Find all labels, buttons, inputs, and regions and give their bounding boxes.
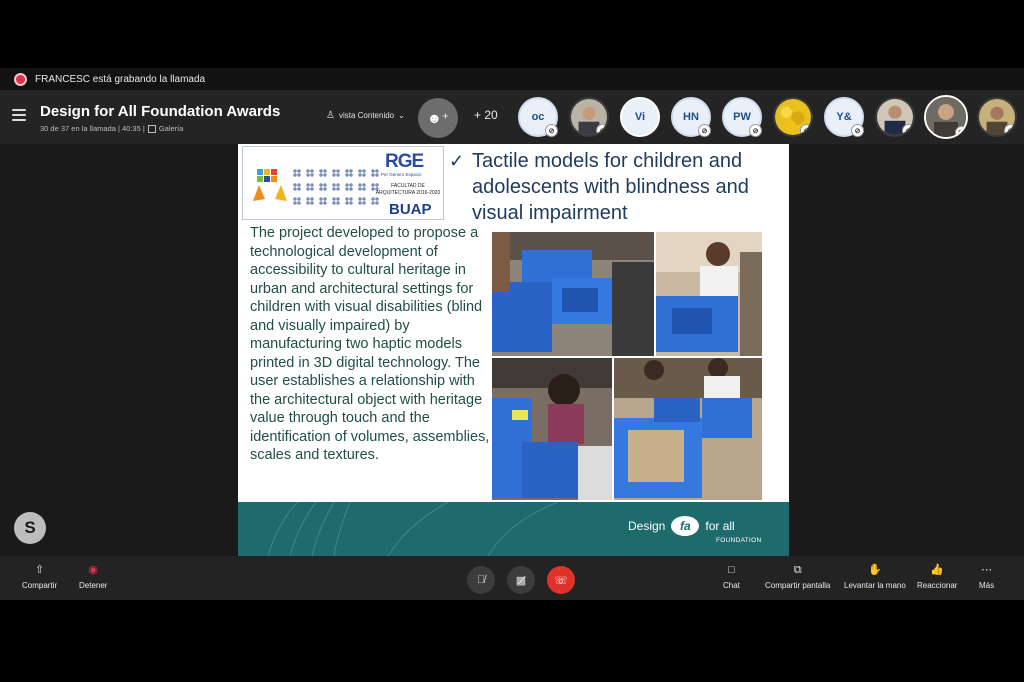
react-label: Reaccionar bbox=[917, 581, 958, 590]
share-screen-icon: ⧉ bbox=[793, 564, 802, 576]
checkmark-icon: ✓ bbox=[449, 151, 465, 171]
call-toolbar: ⇧ Compartir ◉ Detener 🎙̸ ▩̸ ☏ □ Chat ⧉ C… bbox=[0, 556, 1024, 600]
brand-mark: fa bbox=[671, 516, 700, 536]
share-button[interactable]: ⇧ Compartir bbox=[22, 562, 57, 590]
participant-avatar[interactable]: ⊘ bbox=[977, 97, 1017, 137]
toggle-camera-button[interactable]: ▩̸ bbox=[507, 566, 535, 594]
shared-content-stage: RGE Per Genero Espacio FACULTAD DE ARQUI… bbox=[0, 144, 1024, 556]
avatar-initials: oc bbox=[531, 111, 545, 123]
rge-logo-text: RGE bbox=[385, 151, 424, 172]
add-person-icon: ☻⁺ bbox=[426, 109, 450, 126]
buap-logo-text: BUAP bbox=[389, 201, 432, 218]
participant-avatar[interactable]: Y& ⊘ bbox=[824, 97, 864, 137]
raise-hand-label: Levantar la mano bbox=[844, 581, 906, 590]
mic-off-icon: ⊘ bbox=[545, 124, 558, 137]
faculty-label: FACULTAD DE ARQUITECTURA 2016-2020 bbox=[375, 183, 441, 196]
participant-avatar[interactable]: HN ⊘ bbox=[671, 97, 711, 137]
chat-label: Chat bbox=[723, 581, 740, 590]
slide-body-text: The project developed to propose a techn… bbox=[250, 225, 490, 463]
gallery-label[interactable]: Galería bbox=[159, 124, 184, 133]
add-participant-button[interactable]: ☻⁺ bbox=[418, 98, 458, 138]
end-call-button[interactable]: ☏ bbox=[547, 566, 575, 594]
participant-avatar[interactable]: PW ⊘ bbox=[722, 97, 762, 137]
share-icon: ⇧ bbox=[34, 564, 45, 576]
ellipsis-icon: ⋯ bbox=[981, 564, 993, 576]
more-options-button[interactable]: ⋯ Más bbox=[979, 562, 994, 590]
rge-buap-logo: RGE Per Genero Espacio FACULTAD DE ARQUI… bbox=[242, 146, 444, 220]
view-selector[interactable]: ♙ vista Contenido ⌄ bbox=[326, 110, 405, 121]
mic-off-icon: 🎙̸ bbox=[476, 574, 486, 586]
braille-pattern bbox=[293, 169, 383, 211]
brand-subtext: FOUNDATION bbox=[716, 537, 762, 544]
more-label: Más bbox=[979, 581, 995, 590]
share-screen-button[interactable]: ⧉ Compartir pantalla bbox=[765, 562, 830, 590]
participant-avatar[interactable]: ⊘ bbox=[569, 97, 609, 137]
participant-avatar[interactable]: Vi bbox=[620, 97, 660, 137]
react-button[interactable]: 👍 Reaccionar bbox=[917, 562, 957, 590]
mic-off-icon: ⊘ bbox=[596, 124, 607, 135]
avatar-initials: Vi bbox=[634, 111, 646, 123]
mic-off-icon: ⊘ bbox=[1004, 124, 1015, 135]
camera-off-icon: ▩̸ bbox=[515, 574, 527, 587]
mic-off-icon: ⊘ bbox=[902, 124, 913, 135]
brand-text-right: for all bbox=[705, 519, 735, 533]
share-screen-label: Compartir pantalla bbox=[765, 581, 831, 590]
presentation-slide: RGE Per Genero Espacio FACULTAD DE ARQUI… bbox=[238, 144, 789, 556]
letterbox-top bbox=[0, 0, 1024, 68]
design-for-all-logo: Design fa for all bbox=[628, 516, 735, 536]
mute-microphone-button[interactable]: 🎙̸ bbox=[467, 566, 495, 594]
photo-girl-with-model bbox=[492, 358, 612, 500]
slide-title: ✓ Tactile models for children and adoles… bbox=[449, 148, 782, 226]
stop-label: Detener bbox=[79, 581, 108, 590]
view-selector-label: vista Contenido bbox=[338, 111, 395, 120]
slide-title-text: Tactile models for children and adolesce… bbox=[472, 150, 749, 224]
screen-share-icon: ▣ bbox=[955, 126, 966, 137]
chat-icon: □ bbox=[728, 564, 735, 576]
thumbs-up-icon: 👍 bbox=[930, 564, 945, 576]
avatar-initials: HN bbox=[683, 111, 699, 123]
letterbox-bottom bbox=[0, 600, 1024, 682]
mic-off-icon: ⊘ bbox=[800, 124, 811, 135]
stop-record-icon: ◉ bbox=[88, 564, 99, 576]
mic-off-icon: ⊘ bbox=[698, 124, 711, 137]
recording-text: FRANCESC está grabando la llamada bbox=[35, 73, 206, 85]
brand-text-left: Design bbox=[628, 519, 666, 533]
person-icon: ♙ bbox=[326, 110, 335, 121]
mic-off-icon: ⊘ bbox=[749, 124, 762, 137]
raise-hand-button[interactable]: ✋ Levantar la mano bbox=[844, 562, 906, 590]
participant-avatar[interactable]: oc ⊘ bbox=[518, 97, 558, 137]
avatar-initials: Y& bbox=[836, 111, 852, 123]
menu-icon[interactable] bbox=[12, 109, 26, 121]
mic-off-icon: ⊘ bbox=[851, 124, 864, 137]
hand-icon: ✋ bbox=[868, 564, 882, 576]
gallery-icon[interactable] bbox=[147, 124, 156, 133]
participant-avatar[interactable]: ⊘ bbox=[773, 97, 813, 137]
hands-logo-icon bbox=[253, 169, 287, 201]
photo-blue-models bbox=[492, 232, 654, 356]
call-info: 30 de 37 en la llamada | 40:35 | Galería bbox=[40, 124, 183, 133]
photo-child-touching-model bbox=[656, 232, 762, 356]
photo-children-model-table bbox=[614, 358, 762, 500]
chat-button[interactable]: □ Chat bbox=[723, 562, 740, 590]
share-label: Compartir bbox=[22, 581, 58, 590]
stop-recording-button[interactable]: ◉ Detener bbox=[79, 562, 107, 590]
recording-banner: FRANCESC está grabando la llamada bbox=[0, 68, 1024, 90]
skype-call-window: FRANCESC está grabando la llamada Design… bbox=[0, 68, 1024, 600]
more-participants-count[interactable]: + 20 bbox=[474, 108, 498, 122]
participant-avatar[interactable]: ▣ bbox=[924, 95, 968, 139]
participant-avatar[interactable]: ⊘ bbox=[875, 97, 915, 137]
slide-footer-band: Design fa for all FOUNDATION bbox=[238, 502, 789, 556]
call-title: Design for All Foundation Awards bbox=[40, 103, 281, 120]
chevron-down-icon: ⌄ bbox=[398, 111, 405, 120]
recording-icon bbox=[14, 72, 27, 86]
call-participant-time: 30 de 37 en la llamada | 40:35 | bbox=[40, 124, 145, 133]
hang-up-icon: ☏ bbox=[554, 574, 568, 587]
rge-logo-subtext: Per Genero Espacio bbox=[381, 172, 422, 177]
skype-logo-icon[interactable]: S bbox=[14, 512, 46, 544]
project-photo-collage bbox=[492, 232, 762, 500]
call-header: Design for All Foundation Awards 30 de 3… bbox=[0, 90, 1024, 144]
avatar-initials: PW bbox=[733, 111, 751, 123]
